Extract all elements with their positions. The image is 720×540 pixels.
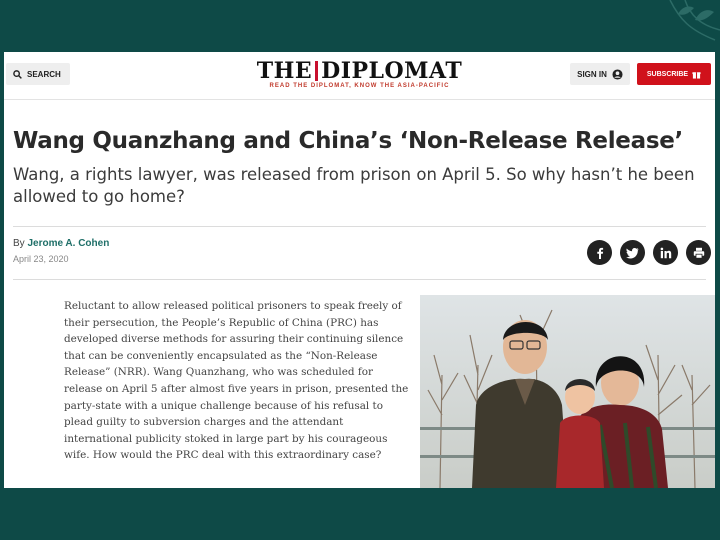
article-photo: [420, 295, 715, 488]
article-subheadline: Wang, a rights lawyer, was released from…: [13, 165, 695, 206]
byline-prefix: By: [13, 238, 25, 249]
facebook-icon: [596, 247, 603, 259]
print-button[interactable]: [686, 240, 711, 265]
linkedin-icon: [660, 247, 671, 258]
gift-icon: [692, 71, 701, 79]
sign-in-label: SIGN IN: [577, 69, 607, 79]
brand-right: DIPLOMAT: [321, 58, 463, 84]
leaf-decoration: [669, 0, 720, 41]
brand-left: THE: [256, 58, 313, 84]
brand-divider: [315, 61, 319, 81]
divider: [13, 226, 706, 227]
subscribe-label: SUBSCRIBE: [646, 70, 689, 78]
share-bar: [587, 240, 711, 265]
site-header: SEARCH THE DIPLOMAT READ THE DIPLOMAT, K…: [4, 52, 715, 100]
divider: [13, 279, 706, 280]
print-icon: [693, 247, 704, 259]
twitter-icon: [626, 247, 639, 258]
facebook-share-button[interactable]: [587, 240, 612, 265]
subscribe-button[interactable]: SUBSCRIBE: [637, 63, 711, 85]
publish-date: April 23, 2020: [13, 254, 69, 264]
user-icon: [612, 68, 623, 80]
article-page: SEARCH THE DIPLOMAT READ THE DIPLOMAT, K…: [4, 52, 715, 488]
byline: By Jerome A. Cohen: [13, 238, 109, 249]
author-link[interactable]: Jerome A. Cohen: [27, 238, 109, 249]
linkedin-share-button[interactable]: [653, 240, 678, 265]
article-body: Reluctant to allow released political pr…: [64, 300, 409, 462]
sign-in-button[interactable]: SIGN IN: [570, 63, 630, 85]
twitter-share-button[interactable]: [620, 240, 645, 265]
article-headline: Wang Quanzhang and China’s ‘Non-Release …: [13, 128, 683, 154]
